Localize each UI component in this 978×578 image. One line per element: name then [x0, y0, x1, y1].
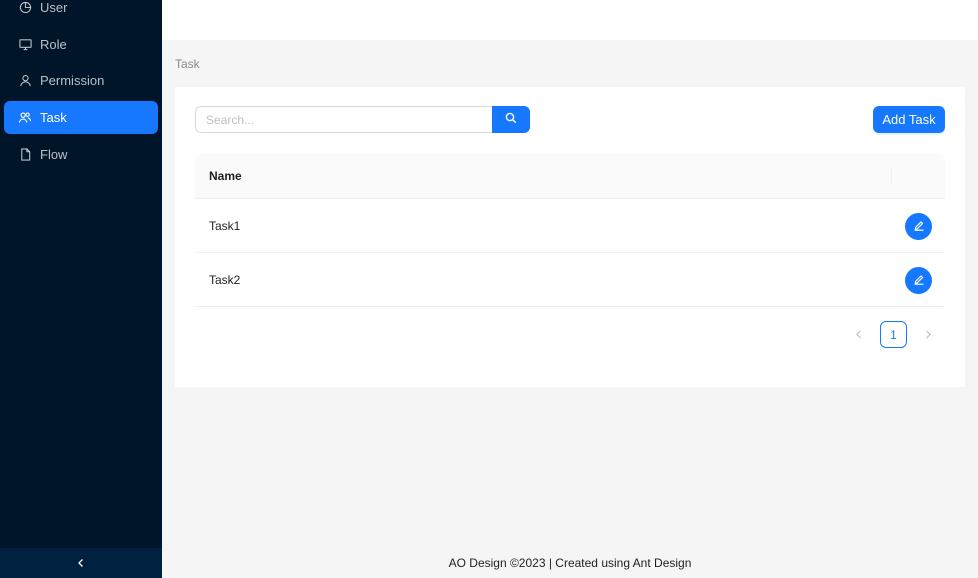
add-task-button[interactable]: Add Task — [873, 106, 945, 133]
search-button[interactable] — [492, 106, 530, 133]
user-icon — [18, 74, 32, 88]
sidebar-collapse-trigger[interactable] — [0, 548, 162, 578]
desktop-icon — [18, 38, 32, 52]
sidebar-item-label: Task — [40, 110, 67, 125]
pie-chart-icon — [18, 1, 32, 15]
search-input[interactable] — [195, 106, 492, 133]
breadcrumb: Task — [175, 57, 200, 71]
sidebar-item-label: Permission — [40, 73, 105, 88]
sidebar-item-task[interactable]: Task — [4, 101, 158, 134]
pagination-prev-button[interactable] — [846, 322, 872, 348]
sidebar-item-label: Flow — [40, 147, 68, 162]
sidebar-item-label: User — [40, 0, 68, 15]
pagination: 1 — [846, 321, 941, 348]
sidebar-item-label: Role — [40, 37, 67, 52]
team-icon — [18, 111, 32, 125]
table-header: Name — [195, 154, 945, 199]
sidebar-item-permission[interactable]: Permission — [4, 64, 158, 97]
table-row: Task2 — [195, 253, 945, 307]
file-icon — [18, 148, 32, 162]
left-chevron-icon — [76, 556, 86, 571]
search-bar — [195, 106, 530, 133]
header — [162, 0, 978, 40]
edit-icon — [913, 219, 925, 234]
search-icon — [505, 112, 517, 127]
task-content-card: Add Task Name Task1 Task2 1 — [175, 87, 965, 387]
sidebar-item-flow[interactable]: Flow — [4, 138, 158, 171]
sidebar: User Role Permission Task Flow — [0, 0, 162, 578]
column-header-name: Name — [209, 169, 242, 183]
column-divider — [891, 168, 892, 185]
task-table: Name Task1 Task2 — [195, 154, 945, 307]
sidebar-item-user[interactable]: User — [4, 0, 158, 24]
task-name-cell: Task2 — [209, 272, 241, 287]
footer-text: AO Design ©2023 | Created using Ant Desi… — [448, 556, 692, 570]
table-row: Task1 — [195, 199, 945, 253]
task-name-cell: Task1 — [209, 218, 241, 233]
sidebar-item-role[interactable]: Role — [4, 28, 158, 61]
pagination-page-item[interactable]: 1 — [880, 321, 907, 348]
pagination-next-button[interactable] — [915, 322, 941, 348]
edit-button[interactable] — [905, 213, 932, 240]
edit-icon — [913, 273, 925, 288]
edit-button[interactable] — [905, 267, 932, 294]
